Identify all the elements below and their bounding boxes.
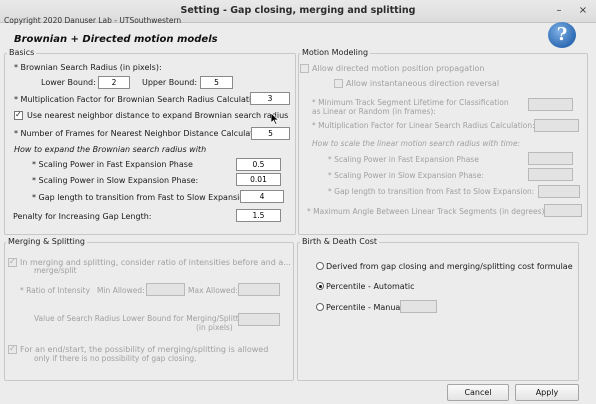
end-start-label-2: only if there is no possibility of gap c… bbox=[34, 354, 197, 363]
end-start-label: For an end/start, the possibility of mer… bbox=[20, 345, 269, 354]
penalty-label: Penalty for Increasing Gap Length: bbox=[13, 212, 152, 221]
radio-derived-label: Derived from gap closing and merging/spl… bbox=[326, 262, 573, 271]
close-icon[interactable]: × bbox=[576, 4, 590, 18]
min-lifetime-label: * Minimum Track Segment Lifetime for Cla… bbox=[312, 98, 509, 107]
radio-percentile-manual[interactable] bbox=[316, 303, 324, 311]
mult-factor-label: * Multiplication Factor for Brownian Sea… bbox=[14, 95, 264, 104]
min-allowed-label: Min Allowed: bbox=[97, 286, 145, 295]
mult-factor-input[interactable]: 3 bbox=[250, 92, 290, 105]
max-allowed-input[interactable] bbox=[238, 283, 280, 296]
merging-legend: Merging & Splitting bbox=[6, 237, 87, 246]
linear-gap-label: * Gap length to transition from Fast to … bbox=[328, 187, 535, 196]
birth-death-legend: Birth & Death Cost bbox=[300, 237, 380, 246]
fast-expansion-input[interactable]: 0.5 bbox=[236, 158, 281, 171]
linear-mult-label: * Multiplication Factor for Linear Searc… bbox=[312, 121, 535, 130]
linear-mult-input[interactable] bbox=[534, 119, 579, 132]
min-allowed-input[interactable] bbox=[146, 283, 185, 296]
fast-expansion-label: * Scaling Power in Fast Expansion Phase bbox=[32, 160, 193, 169]
max-allowed-label: Max Allowed: bbox=[188, 286, 238, 295]
upper-bound-input[interactable]: 5 bbox=[200, 76, 233, 89]
min-lifetime-label-2: as Linear or Random (in frames): bbox=[312, 107, 436, 116]
num-frames-label: * Number of Frames for Nearest Neighbor … bbox=[14, 129, 269, 138]
percentile-manual-input[interactable] bbox=[400, 300, 437, 313]
copyright-text: Copyright 2020 Danuser Lab - UTSouthwest… bbox=[4, 16, 182, 25]
ratio-intensity-label: * Ratio of Intensity bbox=[20, 286, 91, 295]
min-lifetime-input[interactable] bbox=[528, 98, 573, 111]
apply-button[interactable]: Apply bbox=[515, 384, 579, 401]
page-title: Brownian + Directed motion models bbox=[14, 34, 218, 45]
linear-fast-input[interactable] bbox=[528, 152, 573, 165]
slow-expansion-label: * Scaling Power in Slow Expansion Phase: bbox=[32, 176, 199, 185]
end-start-checkbox[interactable] bbox=[8, 344, 17, 354]
mouse-cursor-icon bbox=[271, 113, 279, 125]
linear-fast-label: * Scaling Power in Fast Expansion Phase bbox=[328, 155, 479, 164]
allow-instant-checkbox[interactable] bbox=[334, 79, 343, 88]
expand-heading: How to expand the Brownian search radius… bbox=[14, 145, 207, 154]
allow-instant-label: Allow instantaneous direction reversal bbox=[346, 79, 500, 88]
gap-transition-label: * Gap length to transition from Fast to … bbox=[32, 193, 253, 202]
search-radius-label: * Brownian Search Radius (in pixels): bbox=[14, 63, 162, 72]
cancel-button[interactable]: Cancel bbox=[447, 384, 509, 401]
lower-bound-input[interactable]: 2 bbox=[98, 76, 130, 89]
max-angle-input[interactable] bbox=[544, 204, 582, 217]
linear-gap-input[interactable] bbox=[538, 185, 580, 198]
gap-transition-input[interactable]: 4 bbox=[240, 190, 284, 203]
nearest-neighbor-checkbox[interactable] bbox=[14, 110, 23, 120]
search-lower-label: Value of Search Radius Lower Bound for M… bbox=[34, 314, 241, 323]
lower-bound-label: Lower Bound: bbox=[41, 78, 96, 87]
window-title: Setting - Gap closing, merging and split… bbox=[180, 5, 416, 16]
allow-directed-checkbox[interactable] bbox=[300, 64, 309, 73]
upper-bound-label: Upper Bound: bbox=[142, 78, 198, 87]
help-icon[interactable]: ? bbox=[548, 22, 576, 48]
linear-heading: How to scale the linear motion search ra… bbox=[312, 139, 521, 148]
allow-directed-label: Allow directed motion position propagati… bbox=[312, 64, 485, 73]
ratio-check-label-2: merge/split bbox=[34, 266, 77, 275]
ratio-checkbox[interactable] bbox=[8, 257, 17, 267]
radio-percentile-automatic-label: Percentile - Automatic bbox=[326, 282, 415, 291]
linear-slow-label: * Scaling Power in Slow Expansion Phase: bbox=[328, 171, 484, 180]
radio-percentile-manual-label: Percentile - Manual bbox=[326, 303, 403, 312]
max-angle-label: * Maximum Angle Between Linear Track Seg… bbox=[307, 207, 547, 216]
penalty-input[interactable]: 1.5 bbox=[236, 209, 281, 222]
radio-derived[interactable] bbox=[316, 262, 324, 270]
linear-slow-input[interactable] bbox=[528, 168, 573, 181]
search-lower-units-label: (in pixels) bbox=[196, 323, 233, 332]
radio-percentile-automatic[interactable] bbox=[316, 282, 324, 290]
num-frames-input[interactable]: 5 bbox=[251, 127, 290, 140]
minimize-icon[interactable]: – bbox=[552, 4, 566, 18]
nearest-neighbor-label: Use nearest neighbor distance to expand … bbox=[27, 111, 289, 120]
motion-modeling-legend: Motion Modeling bbox=[300, 48, 371, 57]
search-lower-input[interactable] bbox=[238, 313, 280, 326]
basics-legend: Basics bbox=[7, 48, 37, 57]
slow-expansion-input[interactable]: 0.01 bbox=[236, 173, 281, 186]
